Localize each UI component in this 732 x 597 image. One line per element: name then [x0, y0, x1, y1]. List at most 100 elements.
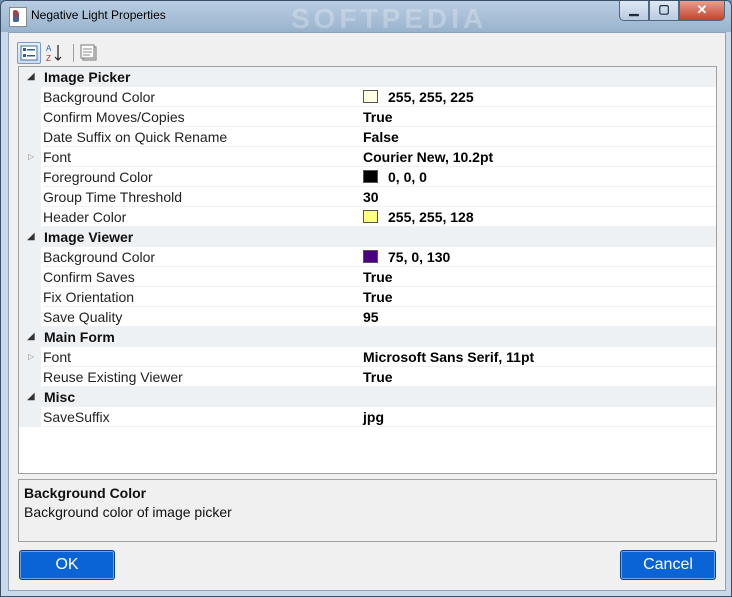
collapse-icon[interactable]: ◢	[27, 331, 35, 342]
property-row[interactable]: Date Suffix on Quick Rename False	[19, 127, 716, 147]
color-swatch	[363, 170, 378, 183]
property-value[interactable]: True	[363, 269, 716, 287]
property-name[interactable]: Header Color	[43, 209, 363, 227]
property-value-text: 255, 255, 225	[388, 89, 474, 105]
alphabetical-view-button[interactable]: A Z	[43, 42, 67, 64]
description-panel: Background Color Background color of ima…	[18, 479, 717, 542]
property-row[interactable]: Background Color 75, 0, 130	[19, 247, 716, 267]
property-name[interactable]: Date Suffix on Quick Rename	[43, 129, 363, 147]
property-value[interactable]: 30	[363, 189, 716, 207]
property-row[interactable]: Confirm Saves True	[19, 267, 716, 287]
row-gutter	[19, 247, 41, 267]
property-name[interactable]: Font	[43, 349, 363, 367]
window-title: Negative Light Properties	[31, 8, 166, 22]
property-value-text: True	[363, 369, 393, 385]
svg-text:A: A	[46, 44, 52, 53]
expand-icon[interactable]: ▷	[28, 352, 34, 361]
property-value-text: 75, 0, 130	[388, 249, 451, 265]
category-row[interactable]: ◢ Main Form	[19, 327, 716, 347]
property-grid[interactable]: ◢ Image Picker Background Color 255, 255, 2…	[18, 66, 717, 474]
maximize-button[interactable]: ▢	[649, 1, 679, 21]
property-name[interactable]: Group Time Threshold	[43, 189, 363, 207]
sort-az-icon: A Z	[46, 44, 62, 63]
property-row[interactable]: Group Time Threshold 30	[19, 187, 716, 207]
category-row[interactable]: ◢ Image Viewer	[19, 227, 716, 247]
description-text: Background color of image picker	[24, 504, 232, 520]
property-name[interactable]: Save Quality	[43, 309, 363, 327]
property-row[interactable]: SaveSuffix jpg	[19, 407, 716, 427]
property-name[interactable]: Background Color	[43, 249, 363, 267]
app-icon	[9, 7, 27, 27]
property-name[interactable]: Fix Orientation	[43, 289, 363, 307]
property-row[interactable]: Reuse Existing Viewer True	[19, 367, 716, 387]
dialog-window: Negative Light Properties SOFTPEDIA ▁ ▢ …	[0, 0, 732, 597]
close-button[interactable]: ✕	[679, 1, 725, 21]
property-row[interactable]: ▷ Font Courier New, 10.2pt	[19, 147, 716, 167]
property-value-text: True	[363, 289, 393, 305]
property-pages-icon	[80, 44, 97, 61]
collapse-icon[interactable]: ◢	[27, 231, 35, 242]
category-row[interactable]: ◢ Image Picker	[19, 67, 716, 87]
property-row[interactable]: Background Color 255, 255, 225	[19, 87, 716, 107]
property-value[interactable]: 95	[363, 309, 716, 327]
property-value-text: Courier New, 10.2pt	[363, 149, 494, 165]
property-value[interactable]: 0, 0, 0	[363, 169, 716, 187]
property-value-text: 95	[363, 309, 379, 325]
row-gutter	[19, 167, 41, 187]
caption-buttons: ▁ ▢ ✕	[619, 1, 725, 21]
property-value-text: True	[363, 109, 393, 125]
category-name: Misc	[44, 389, 76, 405]
color-swatch	[363, 90, 378, 103]
maximize-icon: ▢	[658, 2, 670, 16]
property-value[interactable]: Courier New, 10.2pt	[363, 149, 716, 167]
property-name[interactable]: Background Color	[43, 89, 363, 107]
property-value[interactable]: jpg	[363, 409, 716, 427]
property-value[interactable]: True	[363, 369, 716, 387]
property-row[interactable]: Confirm Moves/Copies True	[19, 107, 716, 127]
expand-icon[interactable]: ▷	[28, 152, 34, 161]
property-value[interactable]: 75, 0, 130	[363, 249, 716, 267]
property-value-text: Microsoft Sans Serif, 11pt	[363, 349, 535, 365]
collapse-icon[interactable]: ◢	[27, 71, 35, 82]
property-name[interactable]: Font	[43, 149, 363, 167]
property-value[interactable]: False	[363, 129, 716, 147]
title-bar[interactable]: Negative Light Properties SOFTPEDIA ▁ ▢ …	[1, 1, 731, 34]
property-row[interactable]: Header Color 255, 255, 128	[19, 207, 716, 227]
row-gutter	[19, 287, 41, 307]
collapse-icon[interactable]: ◢	[27, 391, 35, 402]
property-value-text: 30	[363, 189, 379, 205]
property-value-text: 0, 0, 0	[388, 169, 427, 185]
property-value-text: jpg	[363, 409, 384, 425]
property-value[interactable]: True	[363, 109, 716, 127]
ok-button[interactable]: OK	[19, 550, 115, 580]
property-name[interactable]: SaveSuffix	[43, 409, 363, 427]
watermark: SOFTPEDIA	[291, 3, 488, 34]
property-row[interactable]: Foreground Color 0, 0, 0	[19, 167, 716, 187]
property-value[interactable]: Microsoft Sans Serif, 11pt	[363, 349, 716, 367]
category-name: Main Form	[44, 329, 115, 345]
close-icon: ✕	[696, 2, 708, 17]
property-value[interactable]: 255, 255, 225	[363, 89, 716, 107]
categorized-view-button[interactable]	[17, 42, 41, 64]
client-area: A Z ◢ Image Picker Background Color 255, 25…	[8, 32, 726, 591]
property-row[interactable]: Fix Orientation True	[19, 287, 716, 307]
property-value[interactable]: 255, 255, 128	[363, 209, 716, 227]
property-name[interactable]: Reuse Existing Viewer	[43, 369, 363, 387]
property-value-text: False	[363, 129, 399, 145]
category-row[interactable]: ◢ Misc	[19, 387, 716, 407]
property-row[interactable]: ▷ Font Microsoft Sans Serif, 11pt	[19, 347, 716, 367]
description-title: Background Color	[24, 485, 147, 501]
svg-text:Z: Z	[46, 54, 51, 63]
row-gutter	[19, 87, 41, 107]
property-value[interactable]: True	[363, 289, 716, 307]
property-pages-button[interactable]	[78, 42, 102, 64]
property-name[interactable]: Confirm Saves	[43, 269, 363, 287]
cancel-button[interactable]: Cancel	[620, 550, 716, 580]
row-gutter	[19, 367, 41, 387]
toolbar-separator	[73, 44, 74, 62]
property-name[interactable]: Foreground Color	[43, 169, 363, 187]
category-name: Image Picker	[44, 69, 131, 85]
minimize-button[interactable]: ▁	[619, 1, 649, 21]
property-row[interactable]: Save Quality 95	[19, 307, 716, 327]
property-name[interactable]: Confirm Moves/Copies	[43, 109, 363, 127]
